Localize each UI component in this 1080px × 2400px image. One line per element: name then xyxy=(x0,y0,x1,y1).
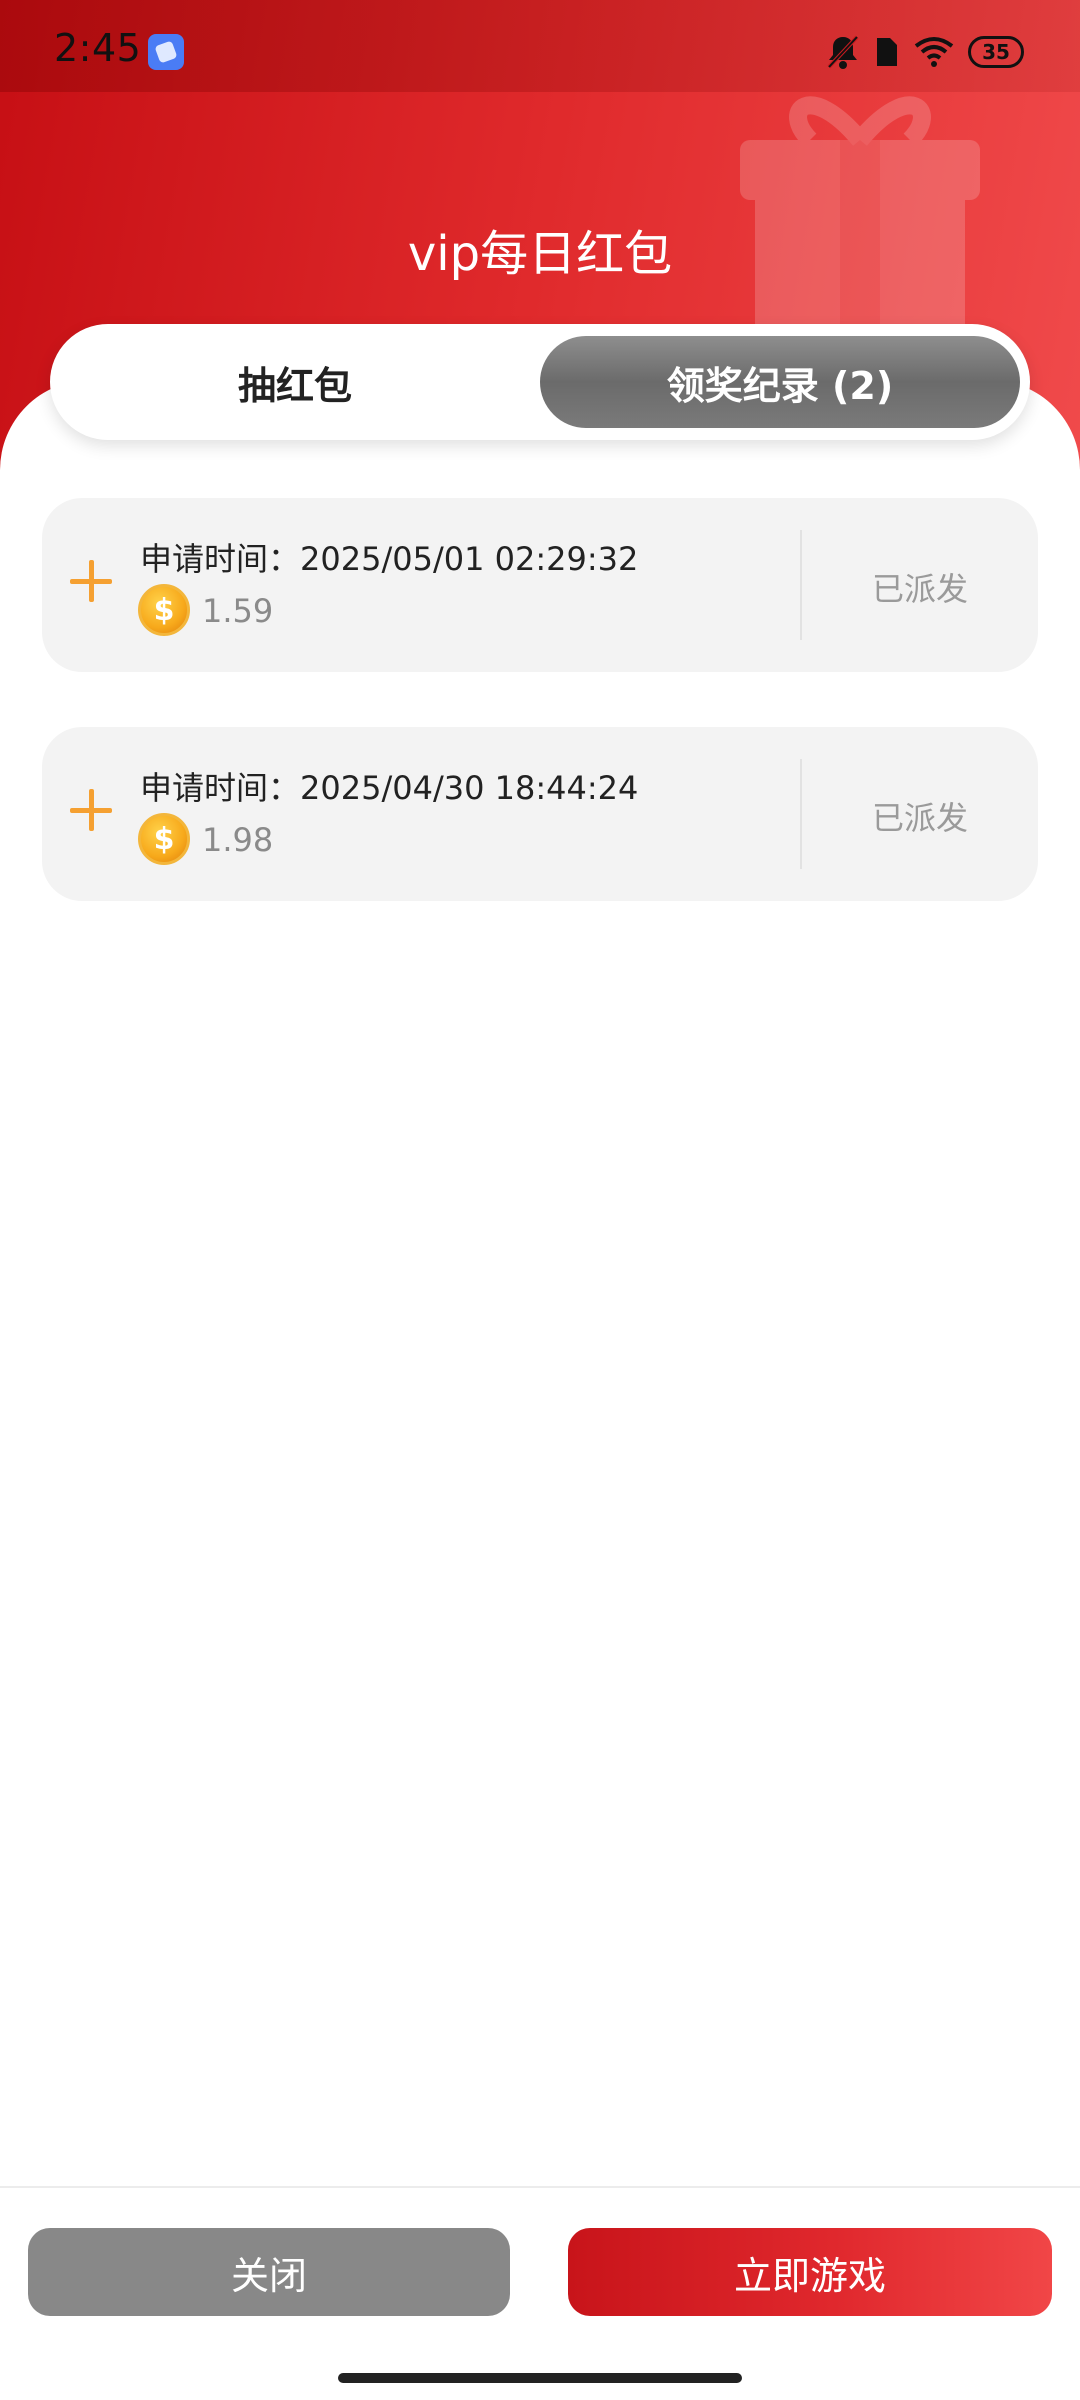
gift-decoration-icon xyxy=(740,96,980,350)
close-button[interactable]: 关闭 xyxy=(28,2228,510,2316)
coin-icon: $ xyxy=(138,584,190,636)
home-indicator[interactable] xyxy=(338,2373,742,2383)
wifi-icon xyxy=(914,37,954,67)
plus-icon xyxy=(70,789,112,831)
silent-bell-icon xyxy=(827,35,859,69)
footer-divider xyxy=(0,2186,1080,2188)
record-time: 申请时间：2025/05/01 02:29:32 xyxy=(140,534,638,580)
record-status: 已派发 xyxy=(871,799,968,837)
record-status: 已派发 xyxy=(871,570,968,608)
plus-icon xyxy=(70,560,112,602)
record-time: 申请时间：2025/04/30 18:44:24 xyxy=(140,763,638,809)
record-amount: 1.98 xyxy=(202,821,274,859)
sim-card-icon xyxy=(877,38,897,66)
play-now-button[interactable]: 立即游戏 xyxy=(568,2228,1052,2316)
record-time-value: 2025/05/01 02:29:32 xyxy=(300,540,639,578)
record-item[interactable]: 申请时间：2025/04/30 18:44:24 $ 1.98 已派发 xyxy=(42,727,1038,901)
record-time-value: 2025/04/30 18:44:24 xyxy=(300,769,639,807)
record-time-label: 申请时间： xyxy=(140,769,301,807)
app-notification-icon xyxy=(148,34,184,70)
record-amount: 1.59 xyxy=(202,592,274,630)
status-icons: 35 xyxy=(826,30,1024,74)
battery-icon: 35 xyxy=(968,36,1024,68)
tab-draw-red-packet[interactable]: 抽红包 xyxy=(60,336,530,428)
record-item[interactable]: 申请时间：2025/05/01 02:29:32 $ 1.59 已派发 xyxy=(42,498,1038,672)
page-title: vip每日红包 xyxy=(407,226,673,282)
app-screen: 2:45 35 vip每日红包 抽红包 领奖纪录 (2) 申请时间：2025/0… xyxy=(0,0,1080,2400)
tab-prize-records[interactable]: 领奖纪录 (2) xyxy=(540,336,1020,428)
tab-bar: 抽红包 领奖纪录 (2) xyxy=(50,324,1030,440)
coin-icon: $ xyxy=(138,813,190,865)
status-time: 2:45 xyxy=(54,26,142,70)
record-time-label: 申请时间： xyxy=(140,540,301,578)
